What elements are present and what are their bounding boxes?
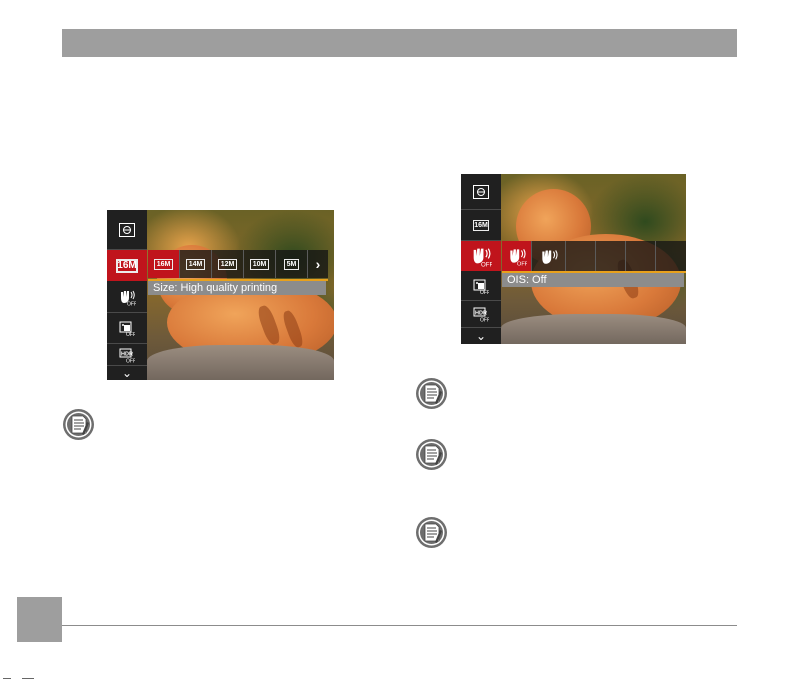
- svg-text:OFF: OFF: [480, 290, 489, 294]
- menu-item-hdr[interactable]: HDR OFF: [461, 301, 501, 328]
- menu-item-image-size[interactable]: 16M: [461, 210, 501, 241]
- note-icon: [416, 378, 447, 409]
- exposure-icon: [473, 184, 489, 199]
- page-number-tab: [17, 597, 62, 642]
- option-5m[interactable]: 5M: [276, 250, 308, 278]
- menu-item-hdr[interactable]: HDR OFF: [107, 344, 147, 366]
- empty-option-slot: [566, 241, 596, 271]
- option-label: 12M: [217, 258, 238, 270]
- image-size-16m-icon: 16M: [116, 258, 138, 273]
- menu-item-ois[interactable]: OFF: [107, 281, 147, 313]
- option-ois-on[interactable]: [532, 241, 566, 271]
- footer-rule: [62, 625, 737, 626]
- note-icon: [63, 409, 94, 440]
- color-effect-off-icon: OFF: [473, 279, 489, 294]
- left-menu-sidebar: 16M OFF OFF HDR OFF ⌄: [107, 210, 147, 380]
- option-12m[interactable]: 12M: [212, 250, 244, 278]
- menu-item-color-effect[interactable]: OFF: [461, 271, 501, 301]
- svg-text:OFF: OFF: [127, 301, 136, 306]
- menu-item-exposure[interactable]: [107, 210, 147, 250]
- ois-off-icon: OFF: [121, 290, 136, 306]
- empty-option-slot: [626, 241, 656, 271]
- option-ois-off[interactable]: OFF: [502, 241, 532, 271]
- option-label: 16M: [153, 258, 174, 270]
- svg-text:OFF: OFF: [517, 261, 527, 266]
- color-effect-off-icon: OFF: [119, 321, 135, 336]
- menu-item-ois[interactable]: OFF: [461, 241, 501, 271]
- image-size-label: 16M: [474, 221, 488, 229]
- ois-options: OFF: [502, 241, 686, 271]
- chevron-down-icon: ⌄: [121, 366, 133, 380]
- svg-text:HDR: HDR: [121, 351, 133, 357]
- image-size-16m-icon: 16M: [473, 219, 489, 231]
- option-caption: Size: High quality printing: [148, 281, 326, 295]
- svg-text:OFF: OFF: [480, 318, 489, 323]
- option-14m[interactable]: 14M: [180, 250, 212, 278]
- ois-off-icon: OFF: [509, 249, 527, 266]
- exposure-icon: [119, 222, 135, 237]
- hdr-off-icon: HDROFF: [119, 348, 135, 363]
- chevron-down-icon: ⌄: [475, 329, 487, 343]
- ois-on-icon: [541, 250, 558, 264]
- menu-item-exposure[interactable]: [461, 174, 501, 210]
- option-16m[interactable]: 16M: [148, 250, 180, 278]
- next-options-arrow[interactable]: ›: [308, 250, 328, 278]
- cat-photo: [147, 210, 334, 380]
- option-10m[interactable]: 10M: [244, 250, 276, 278]
- right-camera-screen: 16M OFF OFF HDR OFF ⌄ OFF OIS: Off: [461, 174, 686, 344]
- option-caption: OIS: Off: [502, 273, 684, 287]
- header-bar: [62, 29, 737, 57]
- empty-option-slot: [656, 241, 686, 271]
- chevron-right-icon: ›: [315, 256, 321, 272]
- right-menu-sidebar: 16M OFF OFF HDR OFF ⌄: [461, 174, 501, 344]
- image-size-label: 16M: [117, 259, 137, 271]
- svg-text:OFF: OFF: [126, 332, 135, 336]
- menu-item-color-effect[interactable]: OFF: [107, 313, 147, 344]
- svg-text:HDR: HDR: [475, 311, 487, 317]
- hdr-off-icon: HDROFF: [473, 307, 489, 323]
- menu-item-image-size[interactable]: 16M: [107, 250, 147, 281]
- ois-off-icon: OFF: [473, 248, 492, 267]
- option-label: 14M: [185, 258, 206, 270]
- scroll-down-button[interactable]: ⌄: [461, 328, 501, 344]
- svg-text:OFF: OFF: [481, 261, 492, 267]
- image-size-options: 16M 14M 12M 10M 5M ›: [148, 250, 328, 278]
- crop-mark: [0, 676, 40, 681]
- option-label: 10M: [249, 258, 270, 270]
- note-icon: [416, 439, 447, 470]
- option-label: 5M: [283, 258, 300, 270]
- empty-option-slot: [596, 241, 626, 271]
- note-icon: [416, 517, 447, 548]
- svg-text:OFF: OFF: [126, 358, 135, 363]
- left-camera-screen: 16M OFF OFF HDR OFF ⌄ 16M 14M 12M 10M 5M …: [107, 210, 334, 380]
- scroll-down-button[interactable]: ⌄: [107, 366, 147, 380]
